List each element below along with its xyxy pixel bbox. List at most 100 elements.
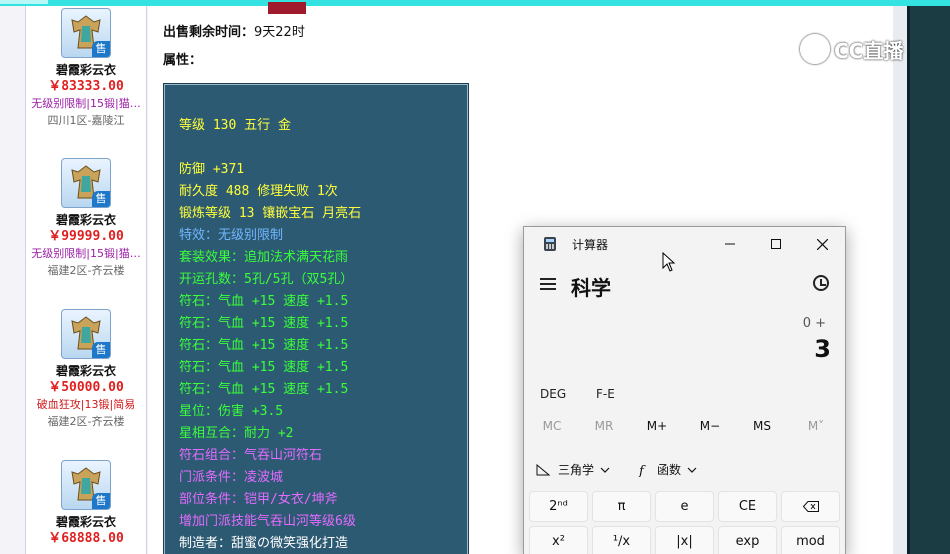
mouse-cursor-icon <box>662 252 676 272</box>
memory-list-button[interactable]: M˅ <box>796 419 836 433</box>
attribute-line: 符石：气血 +15 速度 +1.5 <box>179 294 349 309</box>
attribute-line: 开运孔数：5孔/5孔（双5孔） <box>179 272 354 287</box>
item-thumbnail[interactable]: 售 <box>61 8 111 58</box>
item-thumbnail[interactable]: 售 <box>61 158 111 208</box>
memory-subtract-button[interactable]: M− <box>690 419 730 433</box>
right-pane <box>893 6 950 554</box>
title-bar[interactable]: 计算器 <box>524 227 845 261</box>
attribute-line: 部位条件：铠甲/女衣/坤斧 <box>179 492 338 507</box>
memory-clear-button[interactable]: MC <box>532 419 572 433</box>
item-tags: 破血狂攻|13锻|简易 <box>36 398 136 411</box>
reciprocal-key[interactable]: ¹∕x <box>592 526 651 554</box>
attribute-line <box>179 137 467 159</box>
list-item[interactable]: 售 碧霞彩云衣 ￥68888.00 <box>26 460 146 548</box>
attribute-line: 符石：气血 +15 速度 +1.5 <box>179 360 349 375</box>
time-left-label: 出售剩余时间： <box>163 25 255 40</box>
second-function-key[interactable]: 2ⁿᵈ <box>529 491 588 522</box>
divider <box>907 6 910 554</box>
top-bar-button[interactable] <box>0 0 48 4</box>
attribute-line: 符石：气血 +15 速度 +1.5 <box>179 338 349 353</box>
attribute-line: 星相互合：耐力 +2 <box>179 426 294 441</box>
attribute-line: 防御 +371 <box>179 162 245 177</box>
scrollbar-track[interactable] <box>893 6 907 554</box>
memory-store-button[interactable]: MS <box>742 419 782 433</box>
attribute-line: 套装效果：追加法术满天花雨 <box>179 250 349 265</box>
exp-key[interactable]: exp <box>718 526 777 554</box>
list-item[interactable]: 售 碧霞彩云衣 ￥83333.00 无级别限制|15锻|猫… 四川1区-嘉陵江 <box>26 8 146 130</box>
history-icon[interactable] <box>813 275 829 291</box>
item-list-sidebar: 售 碧霞彩云衣 ￥83333.00 无级别限制|15锻|猫… 四川1区-嘉陵江 … <box>25 6 147 554</box>
attribute-line: 符石：气血 +15 速度 +1.5 <box>179 316 349 331</box>
item-tags: 无级别限制|15锻|猫… <box>31 97 141 110</box>
e-key[interactable]: e <box>655 491 714 522</box>
attributes-row: 属性： <box>163 49 202 68</box>
item-thumbnail[interactable]: 售 <box>61 460 111 510</box>
item-name[interactable]: 碧霞彩云衣 <box>26 514 146 530</box>
maximize-icon <box>771 239 781 249</box>
result-display: 3 <box>814 335 831 363</box>
screen: 售 碧霞彩云衣 ￥83333.00 无级别限制|15锻|猫… 四川1区-嘉陵江 … <box>0 0 950 554</box>
maximize-button[interactable] <box>753 227 799 261</box>
clear-entry-key[interactable]: CE <box>718 491 777 522</box>
attribute-line: 符石：气血 +15 速度 +1.5 <box>179 382 349 397</box>
function-label: 函数 <box>657 463 682 477</box>
close-button[interactable] <box>799 227 845 261</box>
sale-badge-icon: 售 <box>92 41 110 57</box>
menu-icon[interactable] <box>540 278 556 290</box>
item-tags: 无级别限制|15锻|猫… <box>31 247 141 260</box>
sale-badge-icon: 售 <box>92 342 110 358</box>
pi-key[interactable]: π <box>592 491 651 522</box>
attribute-line: 制造者：甜蜜の微笑强化打造 <box>179 536 349 551</box>
memory-add-button[interactable]: M+ <box>637 419 677 433</box>
attributes-label: 属性： <box>163 53 203 68</box>
expression-display: 0 + <box>802 316 826 331</box>
trig-dropdown[interactable]: 三角学 <box>536 461 610 478</box>
angle-unit-button[interactable]: DEG <box>540 387 566 401</box>
item-price: ￥99999.00 <box>48 229 124 244</box>
time-left-row: 出售剩余时间：9天22时 <box>163 21 305 40</box>
function-icon: f <box>638 464 646 477</box>
time-left-value: 9天22时 <box>254 25 305 40</box>
square-key[interactable]: x² <box>529 526 588 554</box>
mode-title: 科学 <box>571 276 611 300</box>
trig-icon <box>536 463 550 475</box>
fe-button[interactable]: F-E <box>596 387 615 401</box>
svg-text:f: f <box>638 464 646 477</box>
backspace-key[interactable] <box>781 491 840 522</box>
item-name[interactable]: 碧霞彩云衣 <box>26 62 146 78</box>
sale-badge-icon: 售 <box>92 493 110 509</box>
list-item[interactable]: 售 碧霞彩云衣 ￥99999.00 无级别限制|15锻|猫… 福建2区-齐云楼 <box>26 158 146 280</box>
attribute-line: 耐久度 488 修理失败 1次 <box>179 184 338 199</box>
list-item[interactable]: 售 碧霞彩云衣 ￥50000.00 破血狂攻|13锻|简易 福建2区-齐云楼 <box>26 309 146 431</box>
cc-logo-icon <box>800 34 830 64</box>
window-title: 计算器 <box>572 238 609 252</box>
item-price: ￥83333.00 <box>48 79 124 94</box>
status-badge <box>268 2 306 14</box>
attribute-line: 星位：伤害 +3.5 <box>179 404 284 419</box>
item-thumbnail[interactable]: 售 <box>61 309 111 359</box>
chevron-down-icon <box>687 467 697 473</box>
item-name[interactable]: 碧霞彩云衣 <box>26 212 146 228</box>
absolute-key[interactable]: |x| <box>655 526 714 554</box>
stream-watermark: CC直播 <box>796 34 922 68</box>
item-server: 福建2区-齐云楼 <box>47 415 125 428</box>
calculator-window: 计算器 科学 0 + 3 DEG F-E MC MR M+ M− MS M˅ 三… <box>523 226 846 554</box>
memory-recall-button[interactable]: MR <box>584 419 624 433</box>
function-dropdown[interactable]: f 函数 <box>637 461 697 478</box>
item-price: ￥50000.00 <box>48 380 124 395</box>
item-server: 福建2区-齐云楼 <box>47 264 125 277</box>
chevron-down-icon <box>600 467 610 473</box>
sale-badge-icon: 售 <box>92 191 110 207</box>
watermark-text: CC直播 <box>834 38 904 63</box>
close-icon <box>816 238 828 250</box>
backspace-icon <box>802 501 819 512</box>
item-name[interactable]: 碧霞彩云衣 <box>26 363 146 379</box>
attribute-line: 符石组合：气吞山河符石 <box>179 448 323 463</box>
memory-row: MC MR M+ M− MS M˅ <box>524 419 845 437</box>
minimize-icon <box>725 243 735 245</box>
item-server: 四川1区-嘉陵江 <box>47 114 125 127</box>
mod-key[interactable]: mod <box>781 526 840 554</box>
minimize-button[interactable] <box>707 227 753 261</box>
attribute-line: 锻炼等级 13 镶嵌宝石 月亮石 <box>179 206 362 221</box>
function-row: 三角学 f 函数 <box>524 461 845 481</box>
